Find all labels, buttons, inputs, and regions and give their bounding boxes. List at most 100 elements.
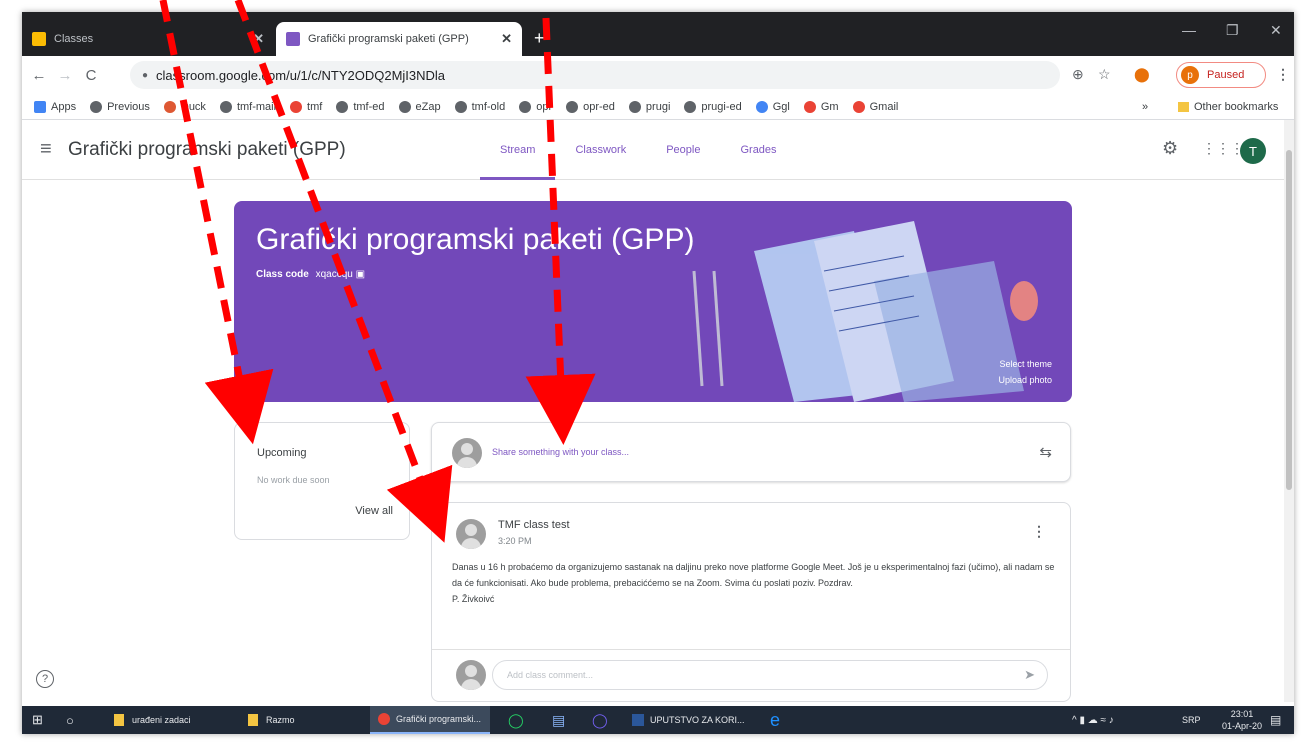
- taskbar-item-label: Razmo: [266, 715, 295, 725]
- bookmark-item[interactable]: eZap: [398, 100, 441, 113]
- class-code: Class code xqaccqu ▣: [256, 269, 365, 280]
- gmail-icon: [290, 100, 303, 113]
- account-avatar[interactable]: T: [1240, 138, 1266, 164]
- bookmark-item[interactable]: Previous: [90, 100, 150, 113]
- apps-grid-icon[interactable]: ⋮⋮⋮: [1202, 140, 1244, 157]
- close-icon[interactable]: ✕: [253, 31, 264, 47]
- system-tray-icons[interactable]: ^ ▮ ☁ ≈ ♪: [1072, 706, 1114, 734]
- taskbar-item-chrome[interactable]: Grafički programski...: [370, 706, 490, 734]
- lock-icon: ●: [142, 69, 149, 81]
- hamburger-menu-icon[interactable]: ≡: [40, 138, 52, 161]
- search-icon[interactable]: ○: [66, 706, 74, 734]
- bookmark-item[interactable]: Apps: [34, 100, 76, 113]
- tab-people[interactable]: People: [646, 120, 720, 180]
- edge-icon[interactable]: e: [770, 706, 780, 734]
- back-icon[interactable]: ←: [26, 67, 52, 84]
- class-title[interactable]: Grafički programski paketi (GPP): [68, 139, 346, 161]
- bookmark-item[interactable]: prugi: [628, 100, 670, 113]
- tab-classes[interactable]: Classes ✕: [22, 22, 274, 56]
- bookmark-label: prugi-ed: [701, 100, 742, 113]
- globe-icon: [398, 100, 411, 113]
- bookmark-label: Ggl: [772, 100, 790, 113]
- language-indicator[interactable]: SRP: [1182, 706, 1201, 734]
- upload-photo-link[interactable]: Upload photo: [998, 375, 1052, 385]
- post-signature: P. Živkoivć: [452, 594, 495, 604]
- windows-start-icon[interactable]: ⊞: [32, 706, 43, 734]
- bookmark-label: tmf: [307, 100, 323, 113]
- more-options-icon[interactable]: ⋮: [1032, 523, 1046, 540]
- close-icon[interactable]: ✕: [501, 31, 512, 47]
- minimize-icon[interactable]: —: [1182, 22, 1196, 38]
- classroom-favicon-icon: [286, 32, 300, 46]
- globe-icon: [90, 100, 103, 113]
- scrollbar-thumb[interactable]: [1286, 150, 1292, 490]
- help-icon[interactable]: ?: [36, 670, 54, 688]
- address-bar[interactable]: ● classroom.google.com/u/1/c/NTY2ODQ2MjI…: [130, 61, 1060, 89]
- bookmark-item[interactable]: prugi-ed: [684, 100, 742, 113]
- calendar-icon[interactable]: ▤: [552, 706, 565, 734]
- bookmark-item[interactable]: tmf-old: [454, 100, 505, 113]
- share-placeholder[interactable]: Share something with your class...: [492, 447, 629, 457]
- settings-gear-icon[interactable]: ⚙: [1162, 138, 1178, 159]
- bookmark-label: tmf-ed: [353, 100, 385, 113]
- taskbar-item-word[interactable]: UPUTSTVO ZA KORI...: [632, 706, 745, 734]
- viber-icon[interactable]: ◯: [592, 706, 608, 734]
- clock-date: 01-Apr-20: [1222, 721, 1263, 731]
- bookmark-item[interactable]: opr-ed: [566, 100, 615, 113]
- share-box[interactable]: Share something with your class... ⇆: [431, 422, 1071, 482]
- bookmark-label: opr-ed: [583, 100, 615, 113]
- globe-icon: [628, 100, 641, 113]
- taskbar-item-label: Grafički programski...: [396, 714, 482, 724]
- class-comment-input[interactable]: Add class comment... ➤: [492, 660, 1048, 690]
- bookmark-item[interactable]: tmf: [290, 100, 323, 113]
- browser-menu-icon[interactable]: ⋮: [1276, 66, 1290, 83]
- upcoming-card: Upcoming No work due soon View all: [234, 422, 410, 540]
- bookmark-item[interactable]: Ggl: [755, 100, 790, 113]
- bookmark-item[interactable]: Gm: [803, 100, 839, 113]
- forward-icon[interactable]: →: [52, 67, 78, 84]
- post-body: Danas u 16 h probaćemo da organizujemo s…: [452, 559, 1062, 607]
- globe-icon: [566, 100, 579, 113]
- whatsapp-icon[interactable]: ◯: [508, 706, 524, 734]
- reload-icon[interactable]: C: [78, 67, 104, 84]
- author-avatar: [456, 519, 486, 549]
- bookmark-item[interactable]: opr: [519, 100, 552, 113]
- taskbar-clock[interactable]: 23:01 01-Apr-20: [1222, 708, 1262, 732]
- send-icon[interactable]: ➤: [1024, 667, 1035, 683]
- view-all-link[interactable]: View all: [355, 505, 393, 517]
- bookmarks-overflow-icon[interactable]: »: [1142, 94, 1148, 119]
- tab-grades[interactable]: Grades: [720, 120, 796, 180]
- bookmark-item[interactable]: tmf-mail: [219, 100, 276, 113]
- extension-icon[interactable]: ⬤: [1134, 66, 1150, 83]
- globe-icon: [336, 100, 349, 113]
- windows-taskbar: ⊞ ○ urađeni zadaci Razmo Grafički progra…: [22, 706, 1294, 734]
- bookmark-item[interactable]: tmf-ed: [336, 100, 385, 113]
- taskbar-item[interactable]: urađeni zadaci: [114, 706, 191, 734]
- profile-button[interactable]: p Paused: [1176, 62, 1266, 88]
- tab-gpp[interactable]: Grafički programski paketi (GPP) ✕: [276, 22, 522, 56]
- tab-classwork[interactable]: Classwork: [555, 120, 646, 180]
- page-scrollbar[interactable]: [1284, 120, 1294, 702]
- new-tab-icon[interactable]: +: [534, 28, 545, 49]
- other-bookmarks[interactable]: Other bookmarks: [1178, 94, 1278, 119]
- bookmark-star-icon[interactable]: ☆: [1098, 66, 1111, 83]
- profile-status: Paused: [1207, 69, 1245, 81]
- tab-stream[interactable]: Stream: [480, 120, 556, 180]
- zoom-icon[interactable]: ⊕: [1072, 66, 1084, 83]
- comment-placeholder: Add class comment...: [507, 670, 594, 680]
- window-close-icon[interactable]: ✕: [1270, 22, 1282, 39]
- stream-post: TMF class test 3:20 PM ⋮ Danas u 16 h pr…: [431, 502, 1071, 702]
- apps-grid-icon: [34, 100, 46, 113]
- class-tabs: Stream Classwork People Grades: [480, 120, 797, 180]
- repost-icon[interactable]: ⇆: [1039, 443, 1052, 461]
- bookmark-label: Gm: [820, 100, 839, 113]
- bookmark-item[interactable]: Duck: [163, 100, 206, 113]
- bookmark-item[interactable]: Gmail: [852, 100, 898, 113]
- select-theme-link[interactable]: Select theme: [999, 359, 1052, 369]
- restore-icon[interactable]: ❐: [1226, 22, 1239, 39]
- post-author: TMF class test: [498, 519, 570, 531]
- taskbar-item[interactable]: Razmo: [248, 706, 295, 734]
- fullscreen-icon[interactable]: ▣: [356, 269, 365, 280]
- bookmark-label: Duck: [180, 100, 206, 113]
- notifications-icon[interactable]: ▤: [1270, 706, 1281, 734]
